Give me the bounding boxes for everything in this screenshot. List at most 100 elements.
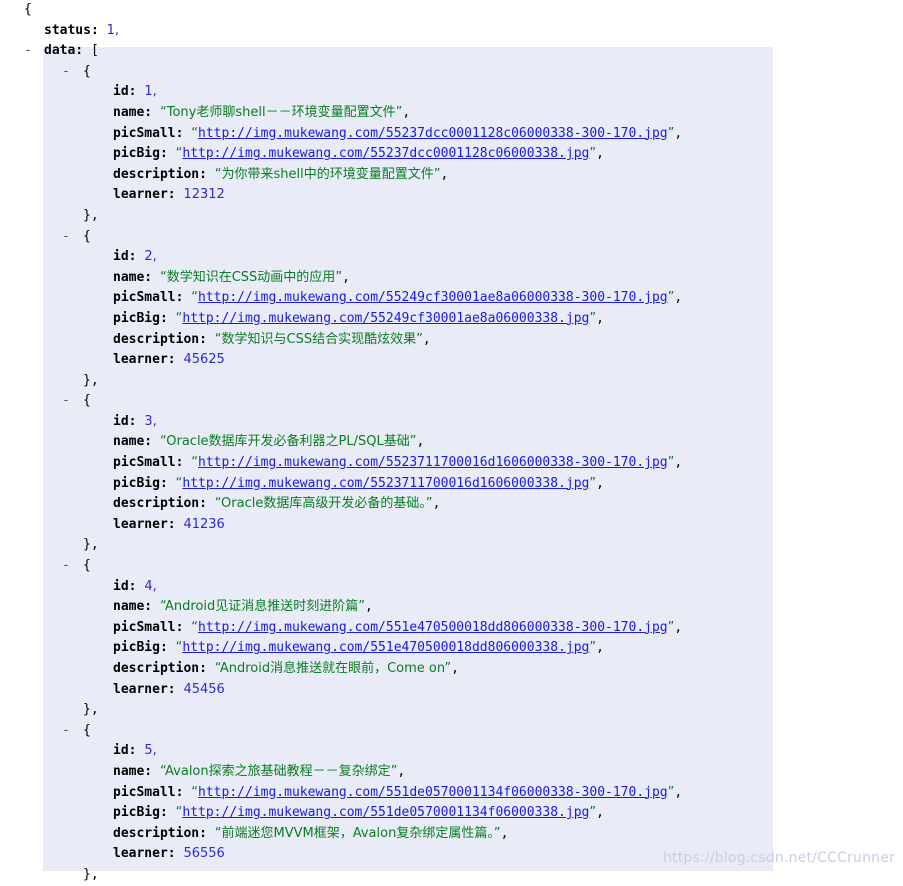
line-picbig: picBig: “http://img.mukewang.com/55249cf… [113, 310, 604, 326]
line-learner: learner: 45625 [0, 350, 903, 371]
line-learner: learner: 12312 [0, 185, 903, 206]
value-name: 数学知识在CSS动画中的应用 [166, 269, 336, 285]
line-name: name: “Android见证消息推送时刻进阶篇”, [113, 599, 373, 615]
line-item-open: -{ [0, 227, 903, 248]
key-name: name: [113, 269, 153, 285]
key-learner: learner: [113, 681, 176, 697]
key-name: name: [113, 434, 153, 450]
line-picsmall: picSmall: “http://img.mukewang.com/55237… [113, 455, 683, 471]
value-picsmall-link[interactable]: http://img.mukewang.com/551de0570001134f… [198, 785, 668, 800]
line-id: id: 4, [0, 577, 903, 598]
key-learner: learner: [113, 352, 176, 368]
value-picbig-link[interactable]: http://img.mukewang.com/55237dcc0001128c… [182, 146, 589, 161]
line-picbig: picBig: “http://img.mukewang.com/5523711… [113, 475, 604, 491]
collapse-toggle-item-0[interactable]: - [62, 62, 70, 83]
value-description: 前端迷您MVVM框架，Avalon复杂绑定属性篇。 [221, 825, 494, 841]
value-name: Tony老师聊shell－－环境变量配置文件 [166, 104, 396, 120]
line-item-close: }, [0, 371, 903, 392]
value-picbig-link[interactable]: http://img.mukewang.com/551e470500018dd8… [182, 640, 589, 655]
value-id: 1, [144, 84, 157, 100]
value-name: Oracle数据库开发必备利器之PL/SQL基础 [166, 434, 410, 450]
key-name: name: [113, 599, 153, 615]
line-learner: learner: 41236 [0, 515, 903, 536]
line-picbig: picBig: “http://img.mukewang.com/55237dc… [113, 146, 604, 162]
item-close-brace: }, [83, 207, 99, 223]
line-name: name: “Tony老师聊shell－－环境变量配置文件”, [113, 104, 411, 120]
line-picsmall: picSmall: “http://img.mukewang.com/551de… [113, 784, 683, 800]
value-id: 5, [144, 743, 157, 759]
key-description: description: [113, 331, 207, 347]
value-picsmall-link[interactable]: http://img.mukewang.com/5523711700016d16… [198, 455, 668, 470]
key-data: data: [44, 43, 84, 59]
value-picbig-link[interactable]: http://img.mukewang.com/55249cf30001ae8a… [182, 311, 589, 326]
line-description: description: “为你带来shell中的环境变量配置文件”, [113, 166, 449, 182]
collapse-toggle-data[interactable]: - [24, 41, 32, 62]
line-description: description: “Android消息推送就在眼前，Come on”, [113, 661, 459, 676]
line-item-close: }, [0, 206, 903, 227]
line-item-open: -{ [0, 62, 903, 83]
line-picsmall: picSmall: “http://img.mukewang.com/55249… [113, 290, 683, 306]
value-picbig-link[interactable]: http://img.mukewang.com/5523711700016d16… [182, 476, 589, 491]
key-picbig: picBig: [113, 146, 168, 162]
line-learner: learner: 45456 [0, 680, 903, 701]
item-open-brace: { [83, 722, 91, 738]
line-item-open: -{ [0, 721, 903, 742]
line-root-open: { [0, 0, 903, 21]
line-data: - data: [ [0, 41, 903, 62]
collapse-toggle-item-4[interactable]: - [62, 721, 70, 742]
item-open-brace: { [83, 228, 91, 244]
value-picbig-link[interactable]: http://img.mukewang.com/551de0570001134f… [182, 805, 589, 820]
value-learner: 56556 [183, 846, 225, 862]
key-description: description: [113, 496, 207, 512]
key-learner: learner: [113, 516, 176, 532]
line-description: description: “数学知识与CSS结合实现酷炫效果”, [113, 331, 431, 347]
value-learner: 45456 [183, 681, 225, 697]
item-close-brace: }, [83, 702, 99, 718]
value-picsmall-link[interactable]: http://img.mukewang.com/551e470500018dd8… [198, 620, 668, 635]
value-id: 3, [144, 413, 157, 429]
line-description: description: “Oracle数据库高级开发必备的基础。”, [113, 496, 441, 512]
key-description: description: [113, 661, 207, 676]
item-close-brace: }, [83, 372, 99, 388]
line-picbig: picBig: “http://img.mukewang.com/551de05… [113, 805, 604, 821]
root-open-brace: { [24, 2, 32, 17]
watermark: https://blog.csdn.net/CCCrunner [662, 850, 895, 866]
key-description: description: [113, 825, 207, 841]
line-name: name: “Avalon探索之旅基础教程－－复杂绑定”, [113, 763, 406, 779]
key-id: id: [113, 413, 137, 429]
item-open-brace: { [83, 63, 91, 79]
collapse-toggle-item-2[interactable]: - [62, 391, 70, 412]
value-description: Oracle数据库高级开发必备的基础。 [221, 496, 426, 512]
line-picbig: picBig: “http://img.mukewang.com/551e470… [113, 640, 604, 656]
value-description: 为你带来shell中的环境变量配置文件 [221, 166, 434, 182]
value-picsmall-link[interactable]: http://img.mukewang.com/55237dcc0001128c… [198, 126, 668, 141]
key-picsmall: picSmall: [113, 290, 184, 306]
line-item-close: }, [0, 700, 903, 721]
line-id: id: 3, [0, 412, 903, 433]
collapse-toggle-item-3[interactable]: - [62, 556, 70, 577]
line-description: description: “前端迷您MVVM框架，Avalon复杂绑定属性篇。”… [113, 825, 509, 841]
value-picsmall-link[interactable]: http://img.mukewang.com/55249cf30001ae8a… [198, 290, 668, 305]
line-status: status: 1, [0, 21, 903, 42]
key-name: name: [113, 763, 153, 779]
value-learner: 45625 [183, 352, 225, 368]
value-id: 4, [144, 578, 157, 594]
key-picbig: picBig: [113, 310, 168, 326]
key-id: id: [113, 743, 137, 759]
key-learner: learner: [113, 187, 176, 203]
key-description: description: [113, 166, 207, 182]
collapse-toggle-item-1[interactable]: - [62, 227, 70, 248]
line-item-close: }, [0, 535, 903, 556]
key-picbig: picBig: [113, 805, 168, 821]
line-name: name: “数学知识在CSS动画中的应用”, [113, 269, 350, 285]
line-id: id: 1, [0, 82, 903, 103]
line-item-close: }, [0, 865, 903, 886]
value-learner: 41236 [183, 516, 225, 532]
item-open-brace: { [83, 558, 91, 574]
value-description: Android消息推送就在眼前，Come on [219, 661, 445, 676]
line-id: id: 5, [0, 741, 903, 762]
key-id: id: [113, 578, 137, 594]
value-name: Avalon探索之旅基础教程－－复杂绑定 [165, 763, 391, 779]
item-close-brace: }, [83, 866, 99, 882]
line-name: name: “Oracle数据库开发必备利器之PL/SQL基础”, [113, 434, 425, 450]
